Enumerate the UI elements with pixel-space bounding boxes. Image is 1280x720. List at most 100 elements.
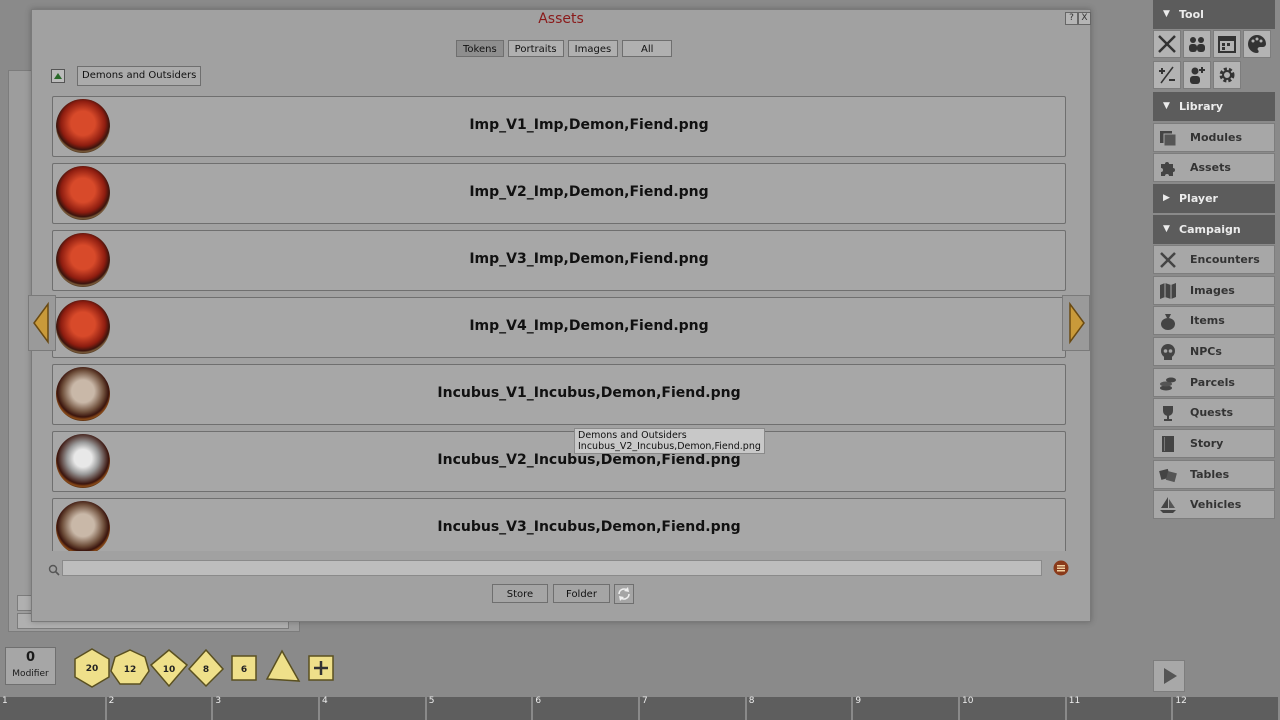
d20-die-icon[interactable]: 20 — [74, 648, 110, 688]
hotbar-slot-number: 3 — [215, 696, 222, 706]
color-tool-button[interactable] — [1243, 30, 1271, 58]
modifiers-tool-button[interactable] — [1153, 61, 1181, 89]
folder-button[interactable]: Folder — [553, 584, 610, 603]
library-section-header[interactable]: ▼ Library — [1153, 92, 1275, 121]
sidebar-item-tables[interactable]: Tables — [1153, 460, 1275, 489]
asset-item[interactable]: Imp_V3_Imp,Demon,Fiend.png — [52, 230, 1066, 291]
coins-icon — [1160, 377, 1176, 391]
party-tool-button[interactable] — [1183, 30, 1211, 58]
hotbar-slot[interactable]: 3 — [213, 696, 321, 720]
hotbar-slot[interactable]: 11 — [1066, 696, 1174, 720]
hotbar-slot-number: 9 — [855, 696, 862, 706]
close-button[interactable]: X — [1078, 12, 1091, 25]
next-page-button[interactable] — [1062, 295, 1090, 351]
imp-token-icon — [56, 233, 110, 287]
play-button[interactable] — [1153, 660, 1185, 692]
tab-tokens[interactable]: Tokens — [456, 40, 504, 57]
d10-label: 10 — [163, 665, 176, 675]
sidebar-item-images[interactable]: Images — [1153, 276, 1275, 305]
incubus-token-icon — [56, 367, 110, 421]
sidebar-item-quests[interactable]: Quests — [1153, 398, 1275, 427]
sidebar-item-npcs[interactable]: NPCs — [1153, 337, 1275, 366]
list-menu-icon[interactable] — [1053, 560, 1069, 580]
add-die-icon[interactable] — [308, 655, 334, 681]
sidebar-item-items[interactable]: Items — [1153, 306, 1275, 335]
modifier-box[interactable]: 0 Modifier — [5, 647, 56, 685]
options-tool-button[interactable] — [1213, 61, 1241, 89]
window-title: Assets — [538, 11, 584, 27]
sidebar-item-story[interactable]: Story — [1153, 429, 1275, 458]
dice-tray: 20 12 10 8 6 — [74, 648, 334, 688]
d6-die-icon[interactable]: 6 — [231, 655, 257, 681]
sidebar-item-label: NPCs — [1190, 345, 1222, 358]
asset-item[interactable]: Incubus_V2_Incubus,Demon,Fiend.png — [52, 431, 1066, 492]
d10-die-icon[interactable]: 10 — [149, 649, 189, 688]
sidebar-item-parcels[interactable]: Parcels — [1153, 368, 1275, 397]
asset-item[interactable]: Incubus_V1_Incubus,Demon,Fiend.png — [52, 364, 1066, 425]
map-icon — [1160, 283, 1176, 299]
store-button[interactable]: Store — [492, 584, 548, 603]
combat-tool-button[interactable] — [1153, 30, 1181, 58]
collapse-up-icon[interactable] — [51, 69, 65, 83]
sidebar-item-label: Quests — [1190, 406, 1233, 419]
group-chip[interactable]: Demons and Outsiders — [77, 66, 202, 86]
player-section-header[interactable]: ▶ Player — [1153, 184, 1275, 213]
hotbar-slot[interactable]: 7 — [640, 696, 747, 720]
d20-label: 20 — [86, 664, 99, 674]
sidebar-item-modules[interactable]: Modules — [1153, 123, 1275, 152]
tooltip-file: Incubus_V2_Incubus,Demon,Fiend.png — [578, 441, 761, 452]
assets-window: Assets ? X Tokens Portraits Images All D… — [31, 9, 1091, 622]
asset-tooltip: Demons and Outsiders Incubus_V2_Incubus,… — [574, 428, 765, 454]
hotbar-slot[interactable]: 5 — [426, 696, 534, 720]
trophy-icon — [1163, 406, 1173, 421]
campaign-section-header[interactable]: ▼ Campaign — [1153, 215, 1275, 244]
search-input[interactable] — [62, 560, 1042, 576]
effects-tool-button[interactable] — [1183, 61, 1211, 89]
crossed-swords-icon — [1158, 35, 1176, 53]
collapse-triangle-icon: ▼ — [1163, 224, 1170, 234]
asset-item[interactable]: Imp_V4_Imp,Demon,Fiend.png — [52, 297, 1066, 358]
modifier-label: Modifier — [12, 669, 49, 679]
hotbar-slot[interactable]: 9 — [853, 696, 961, 720]
help-button[interactable]: ? — [1065, 12, 1078, 25]
tab-images[interactable]: Images — [567, 40, 619, 57]
tab-all[interactable]: All — [622, 40, 673, 57]
hotbar-slot[interactable]: 8 — [746, 696, 854, 720]
hotbar-slot[interactable]: 10 — [960, 696, 1067, 720]
refresh-icon[interactable] — [614, 584, 634, 604]
asset-item[interactable]: Incubus_V3_Incubus,Demon,Fiend.png — [52, 498, 1066, 551]
campaign-header-label: Campaign — [1179, 223, 1241, 236]
sidebar-item-vehicles[interactable]: Vehicles — [1153, 490, 1275, 519]
bag-icon — [1161, 314, 1175, 330]
modules-icon — [1160, 131, 1177, 147]
imp-token-icon — [56, 166, 110, 220]
hotbar-slot[interactable]: 4 — [320, 696, 427, 720]
modifier-value: 0 — [25, 650, 36, 665]
sidebar-item-label: Parcels — [1190, 376, 1235, 389]
hotbar-slot-number: 2 — [108, 696, 115, 706]
sidebar-item-label: Tables — [1190, 468, 1230, 481]
d8-die-icon[interactable]: 8 — [187, 648, 225, 688]
asset-item[interactable]: Imp_V1_Imp,Demon,Fiend.png — [52, 96, 1066, 157]
collapse-triangle-icon: ▼ — [1163, 9, 1170, 19]
tool-section-header[interactable]: ▼ Tool — [1153, 0, 1275, 29]
sidebar-item-label: Encounters — [1190, 253, 1260, 266]
calendar-icon — [1218, 36, 1236, 53]
incubus-token-icon — [56, 501, 110, 551]
hotbar-slot[interactable]: 1 — [0, 696, 107, 720]
tab-portraits[interactable]: Portraits — [507, 40, 564, 57]
hotbar-slot[interactable]: 2 — [106, 696, 214, 720]
d12-die-icon[interactable]: 12 — [110, 649, 150, 685]
sidebar-item-encounters[interactable]: Encounters — [1153, 245, 1275, 274]
d4-die-icon[interactable] — [265, 649, 301, 682]
calendar-tool-button[interactable] — [1213, 30, 1241, 58]
sidebar-item-assets[interactable]: Assets — [1153, 153, 1275, 182]
previous-page-button[interactable] — [28, 295, 56, 351]
hotbar-slot[interactable]: 6 — [533, 696, 641, 720]
d12-label: 12 — [124, 665, 137, 675]
hotbar: 1 2 3 4 5 6 7 8 9 10 11 12 — [0, 696, 1280, 720]
asset-item[interactable]: Imp_V2_Imp,Demon,Fiend.png — [52, 163, 1066, 224]
hotbar-slot[interactable]: 12 — [1173, 696, 1280, 720]
puzzle-piece-icon — [1161, 162, 1175, 176]
player-header-label: Player — [1179, 192, 1218, 205]
